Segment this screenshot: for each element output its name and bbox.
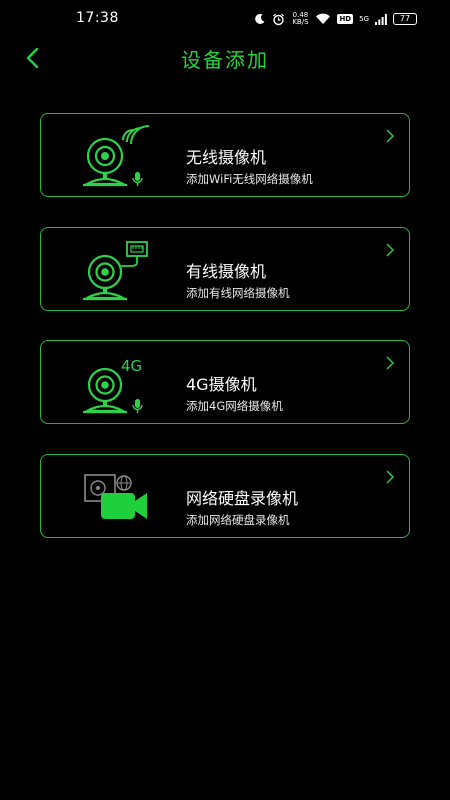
moon-icon — [255, 13, 265, 24]
device-title: 4G摄像机 — [186, 375, 257, 394]
device-title: 无线摄像机 — [186, 148, 267, 167]
page-title: 设备添加 — [181, 48, 269, 72]
wifi-icon — [316, 13, 331, 24]
header: 设备添加 — [0, 38, 450, 78]
battery-icon: 77 — [393, 13, 417, 25]
device-subtitle: 添加WiFi无线网络摄像机 — [186, 172, 313, 186]
nvr-icon — [84, 474, 147, 519]
device-card-nvr[interactable]: 网络硬盘录像机 添加网络硬盘录像机 — [40, 454, 410, 538]
4g-camera-icon: 4G — [82, 357, 143, 414]
battery-level: 77 — [399, 14, 411, 23]
device-subtitle: 添加4G网络摄像机 — [186, 399, 283, 413]
device-title: 网络硬盘录像机 — [186, 489, 299, 508]
device-subtitle: 添加有线网络摄像机 — [186, 286, 290, 300]
net-speed: 0.48 KB/S — [291, 12, 309, 26]
wired-camera-icon — [82, 241, 148, 301]
chevron-right-icon — [386, 356, 394, 370]
status-icons: 0.48 KB/S HD 5G 77 — [254, 10, 417, 28]
chevron-right-icon — [386, 470, 394, 484]
device-subtitle: 添加网络硬盘录像机 — [186, 513, 290, 527]
chevron-right-icon — [386, 129, 394, 143]
signal-label: 5G — [359, 15, 369, 23]
status-bar: 17:38 0.48 KB/S HD 5G 77 — [0, 0, 450, 38]
hd-badge: HD — [337, 14, 354, 24]
device-card-wireless-camera[interactable]: 无线摄像机 添加WiFi无线网络摄像机 — [40, 113, 410, 197]
chevron-right-icon — [386, 243, 394, 257]
device-card-wired-camera[interactable]: 有线摄像机 添加有线网络摄像机 — [40, 227, 410, 311]
alarm-icon — [273, 13, 285, 25]
net-speed-unit: KB/S — [292, 18, 309, 26]
device-card-4g-camera[interactable]: 4G 4G摄像机 添加4G网络摄像机 — [40, 340, 410, 424]
wireless-camera-icon — [82, 125, 150, 187]
device-title: 有线摄像机 — [186, 262, 267, 281]
4g-badge: 4G — [121, 357, 142, 375]
signal-icon — [375, 13, 387, 25]
status-time: 17:38 — [76, 10, 119, 26]
